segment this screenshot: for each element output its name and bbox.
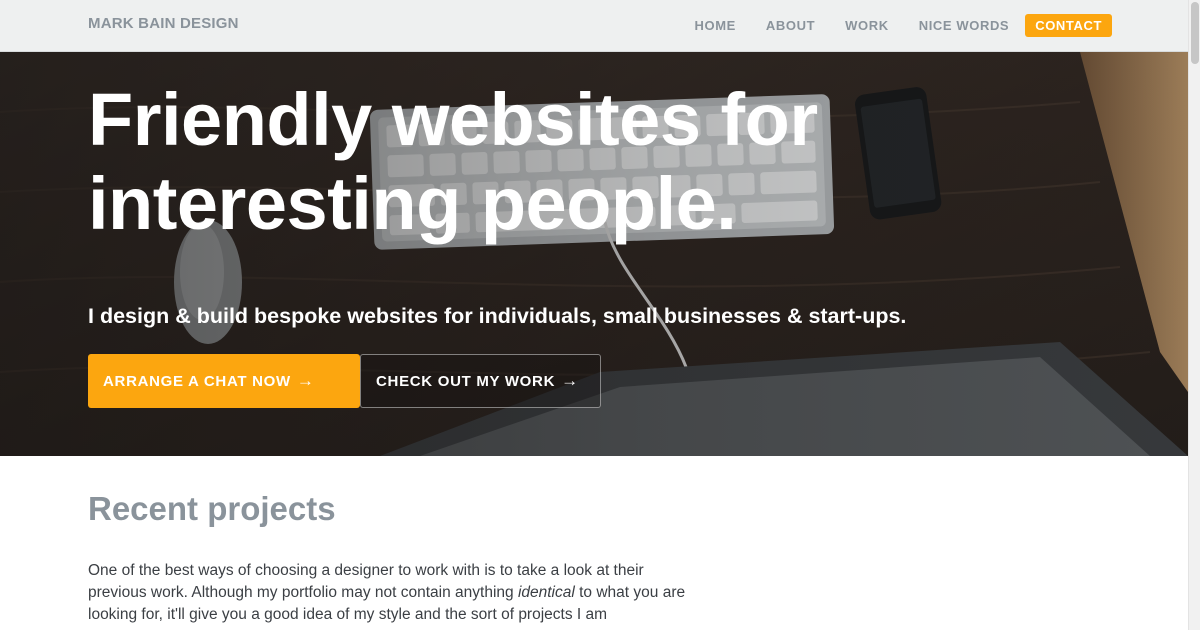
nav-about[interactable]: ABOUT — [766, 14, 815, 37]
nav-work[interactable]: WORK — [845, 14, 889, 37]
page-scrollbar[interactable] — [1188, 0, 1200, 630]
arrange-chat-label: ARRANGE A CHAT NOW — [103, 372, 291, 390]
check-out-work-label: CHECK OUT MY WORK — [376, 372, 556, 390]
site-logo[interactable]: MARK BAIN DESIGN — [88, 15, 239, 32]
hero-title: Friendly websites for interesting people. — [88, 78, 908, 246]
check-out-work-button[interactable]: CHECK OUT MY WORK → — [360, 354, 601, 408]
recent-projects-title: Recent projects — [88, 490, 336, 527]
hero-subtitle: I design & build bespoke websites for in… — [88, 304, 907, 328]
site-header: MARK BAIN DESIGN HOME ABOUT WORK NICE WO… — [0, 0, 1188, 52]
hero-title-line-2: interesting people. — [88, 162, 737, 245]
nav-nice-words[interactable]: NICE WORDS — [919, 14, 1010, 37]
arrow-right-icon: → — [296, 371, 315, 390]
main-nav: HOME ABOUT WORK NICE WORDS CONTACT — [665, 14, 1112, 37]
scrollbar-thumb[interactable] — [1191, 2, 1199, 64]
arrow-right-icon: → — [561, 371, 579, 390]
intro-emphasis: identical — [517, 584, 575, 601]
hero-section: Friendly websites for interesting people.… — [0, 52, 1188, 456]
hero-title-line-1: Friendly websites for — [88, 78, 818, 161]
arrange-chat-button[interactable]: ARRANGE A CHAT NOW → — [88, 354, 360, 408]
nav-home[interactable]: HOME — [695, 14, 736, 37]
recent-projects-intro: One of the best ways of choosing a desig… — [88, 560, 688, 626]
nav-contact-button[interactable]: CONTACT — [1025, 14, 1112, 37]
